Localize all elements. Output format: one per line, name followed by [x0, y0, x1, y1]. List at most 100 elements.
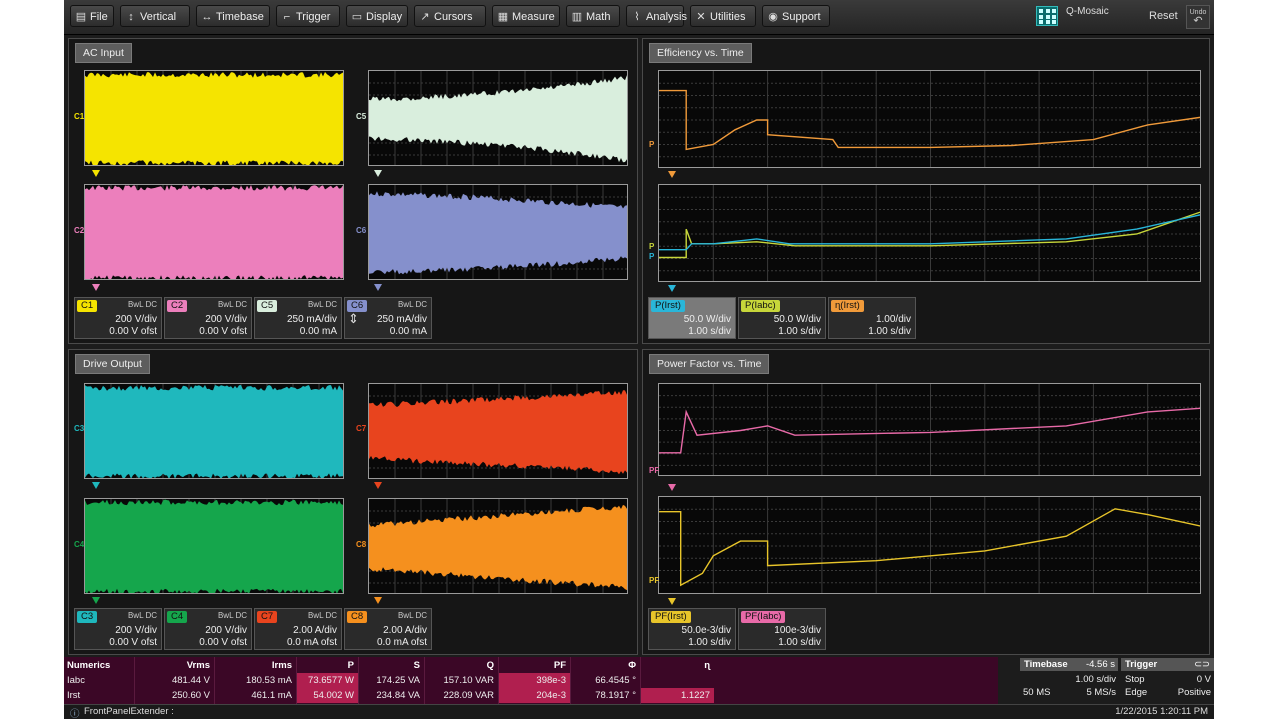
efficiency-power-grid[interactable] — [658, 184, 1201, 282]
undo-icon: ↶ — [1193, 15, 1203, 27]
ac-input-tab[interactable]: AC Input — [75, 43, 132, 63]
descriptor-tag: C1 — [77, 300, 98, 312]
menu-analysis-button[interactable]: ⌇ Analysis — [626, 5, 687, 27]
descriptor-tag: P(Irst) — [651, 300, 685, 312]
menu-timebase-button[interactable]: ↔ Timebase — [196, 5, 270, 27]
descriptor-c7[interactable]: C7 BwL DC 2.00 A/div 0.0 mA ofst — [254, 608, 342, 650]
numerics-divider — [214, 657, 215, 704]
numerics-cell: 78.1917 ° — [595, 690, 636, 701]
descriptor-offset: 0.00 mA — [389, 326, 427, 337]
status-app-label: FrontPanelExtender : — [84, 706, 174, 717]
c3-waveform-grid[interactable] — [84, 383, 344, 479]
descriptor-tag: P(Iabc) — [741, 300, 780, 312]
trigger-level: 0 V — [1196, 674, 1211, 685]
descriptor-c2[interactable]: C2 BwL DC 200 V/div 0.00 V ofst — [164, 297, 252, 339]
descriptor-c8[interactable]: C8 BwL DC 2.00 A/div 0.0 mA ofst — [344, 608, 432, 650]
numerics-header: ɳ — [704, 660, 710, 671]
analysis-icon: ⌇ — [634, 11, 640, 23]
menu-utilities-button[interactable]: ✕ Utilities — [690, 5, 756, 27]
descriptor-offset: 0.00 mA — [299, 326, 337, 337]
numerics-divider — [570, 657, 571, 704]
support-icon: ◉ — [768, 11, 778, 23]
trigger-marker-icon[interactable] — [92, 284, 100, 291]
descriptor-c5[interactable]: C5 BwL DC 250 mA/div 0.00 mA — [254, 297, 342, 339]
swap-icon[interactable]: ⇕ — [348, 311, 359, 327]
waveform-trace — [85, 185, 343, 279]
trigger-marker-icon[interactable] — [668, 171, 676, 178]
c1-waveform-grid[interactable] — [84, 70, 344, 166]
menu-measure-button[interactable]: ▦ Measure — [492, 5, 560, 27]
descriptor-tag: C4 — [167, 611, 188, 623]
scope-application: ▤ File ↕ Vertical ↔ Timebase ⌐ Trigger ▭ Display ↗… — [64, 0, 1214, 719]
numerics-cell: 180.53 mA — [246, 675, 292, 686]
trigger-marker-icon[interactable] — [668, 484, 676, 491]
c6-waveform-grid[interactable] — [368, 184, 628, 280]
numerics-header: PF — [553, 660, 566, 671]
pf-abc-grid[interactable] — [658, 383, 1201, 476]
numerics-cell: 66.4545 ° — [595, 675, 636, 686]
descriptor-c1[interactable]: C1 BwL DC 200 V/div 0.00 V ofst — [74, 297, 162, 339]
math-descriptor-2[interactable]: ɳ(Irst) 1.00/div 1.00 s/div — [828, 297, 916, 339]
q-mosaic-button[interactable]: Q-Mosaic — [1036, 4, 1136, 28]
measure-icon: ▦ — [497, 11, 509, 23]
descriptor-c3[interactable]: C3 BwL DC 200 V/div 0.00 V ofst — [74, 608, 162, 650]
menu-math-button[interactable]: ▥ Math — [566, 5, 620, 27]
menu-trigger-button[interactable]: ⌐ Trigger — [276, 5, 340, 27]
numerics-cell: 461.1 mA — [251, 690, 292, 701]
menu-display-button[interactable]: ▭ Display — [346, 5, 408, 27]
trace-label-eff_p: P — [649, 140, 655, 149]
numerics-table[interactable]: Numerics Vrms Irms P S Q PF Φɳ Iabc 481.44 V 180.5… — [64, 657, 998, 704]
efficiency-tab[interactable]: Efficiency vs. Time — [649, 43, 752, 63]
c7-waveform-grid[interactable] — [368, 383, 628, 479]
c4-waveform-grid[interactable] — [84, 498, 344, 594]
drive-output-tab[interactable]: Drive Output — [75, 354, 150, 374]
trigger-marker-icon[interactable] — [92, 482, 100, 489]
trigger-marker-icon[interactable] — [374, 482, 382, 489]
descriptor-timebase: 1.00 s/div — [688, 637, 731, 648]
trace-label-eff_p2: P — [649, 242, 655, 251]
menu-support-label: Support — [782, 11, 821, 23]
q-mosaic-label: Q-Mosaic — [1066, 6, 1109, 17]
menu-file-label: File — [90, 11, 108, 23]
trigger-icon: ⌐ — [283, 11, 291, 23]
trigger-marker-icon[interactable] — [668, 598, 676, 605]
trigger-marker-icon[interactable] — [668, 285, 676, 292]
trigger-marker-icon[interactable] — [374, 284, 382, 291]
menu-vertical-label: Vertical — [140, 11, 177, 23]
trigger-label: Trigger — [1125, 659, 1158, 670]
display-icon: ▭ — [351, 11, 363, 23]
descriptor-coupling: BwL DC — [127, 611, 157, 620]
timebase-delay: -4.56 s — [1085, 659, 1115, 670]
math-descriptor-0[interactable]: PF(Irst) 50.0e-3/div 1.00 s/div — [648, 608, 736, 650]
numerics-cell: 398e-3 — [498, 673, 570, 688]
trigger-marker-icon[interactable] — [374, 597, 382, 604]
menu-trigger-label: Trigger — [296, 11, 331, 23]
timebase-trigger-descriptor[interactable]: Timebase -4.56 s 1.00 s/div 50 MS 5 MS/s… — [1020, 658, 1214, 704]
menu-vertical-button[interactable]: ↕ Vertical — [120, 5, 190, 27]
undo-button[interactable]: Undo ↶ — [1186, 5, 1210, 29]
math-descriptor-1[interactable]: P(Iabc) 50.0 W/div 1.00 s/div — [738, 297, 826, 339]
power-factor-tab[interactable]: Power Factor vs. Time — [649, 354, 770, 374]
trigger-marker-icon[interactable] — [374, 170, 382, 177]
trigger-marker-icon[interactable] — [92, 597, 100, 604]
efficiency-eta-grid[interactable] — [658, 70, 1201, 168]
menu-file-button[interactable]: ▤ File — [70, 5, 114, 27]
numerics-header: P — [347, 660, 354, 671]
descriptor-timebase: 1.00 s/div — [688, 326, 731, 337]
numerics-divider — [498, 657, 499, 704]
numerics-divider — [358, 657, 359, 704]
c5-waveform-grid[interactable] — [368, 70, 628, 166]
reset-button[interactable]: Reset — [1149, 10, 1178, 22]
numerics-cell: 1.1227 — [640, 688, 714, 703]
descriptor-scale: 200 V/div — [205, 314, 247, 325]
menu-support-button[interactable]: ◉ Support — [762, 5, 830, 27]
math-descriptor-0[interactable]: P(Irst) 50.0 W/div 1.00 s/div — [648, 297, 736, 339]
trigger-marker-icon[interactable] — [92, 170, 100, 177]
menu-cursors-button[interactable]: ↗ Cursors — [414, 5, 486, 27]
c2-waveform-grid[interactable] — [84, 184, 344, 280]
descriptor-c4[interactable]: C4 BwL DC 200 V/div 0.00 V ofst — [164, 608, 252, 650]
math-descriptor-1[interactable]: PF(Iabc) 100e-3/div 1.00 s/div — [738, 608, 826, 650]
pf-rst-grid[interactable] — [658, 496, 1201, 594]
trace-label-c5: C5 — [356, 112, 367, 121]
c8-waveform-grid[interactable] — [368, 498, 628, 594]
